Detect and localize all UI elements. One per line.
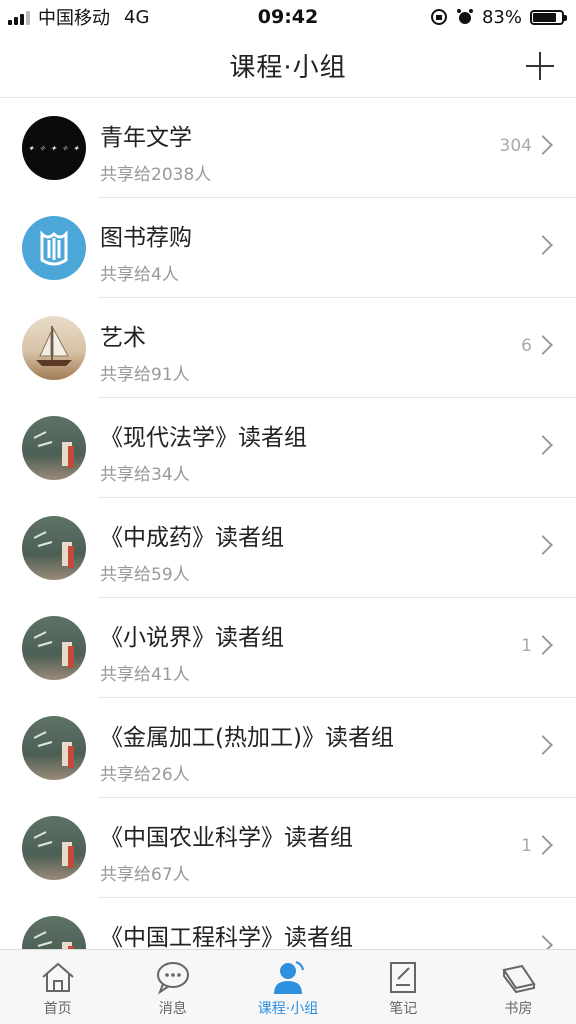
unread-count: 6: [521, 336, 532, 356]
add-group-button[interactable]: [522, 48, 558, 84]
group-avatar: [22, 916, 86, 949]
nav-bar: 课程·小组: [0, 34, 576, 98]
group-row-xiandai-faxue[interactable]: 《现代法学》读者组 共享给34人: [0, 398, 576, 498]
unread-count: 1: [521, 636, 532, 656]
status-left: 中国移动 4G: [0, 4, 149, 30]
network-label: 4G: [124, 6, 150, 28]
chevron-right-icon: [533, 835, 553, 855]
group-shared-count: 共享给34人: [100, 465, 190, 485]
group-avatar: [22, 716, 86, 780]
group-shared-count: 共享给26人: [100, 765, 190, 785]
group-shared-count: 共享给2038人: [100, 165, 212, 185]
group-avatar: [22, 216, 86, 280]
unread-count: 1: [521, 836, 532, 856]
group-title: 青年文学: [100, 125, 192, 151]
status-right: 83%: [430, 7, 576, 28]
tab-bar: 首页 消息 课程·小组 笔记 书房: [0, 949, 576, 1024]
group-row-zhongchengyao[interactable]: 《中成药》读者组 共享给59人: [0, 498, 576, 598]
avatar-logo-text: ✦ ✧ ✦ ✧ ✦: [27, 143, 81, 153]
signal-icon: [8, 9, 30, 25]
group-shared-count: 共享给4人: [100, 265, 179, 285]
alarm-icon: [456, 9, 473, 24]
group-row-yishu[interactable]: 艺术 共享给91人 6: [0, 298, 576, 398]
group-row-zhongguo-nongye-kexue[interactable]: 《中国农业科学》读者组 共享给67人 1: [0, 798, 576, 898]
group-avatar: [22, 816, 86, 880]
chevron-right-icon: [533, 135, 553, 155]
group-avatar: [22, 416, 86, 480]
page-title: 课程·小组: [229, 53, 347, 83]
group-title: 《中成药》读者组: [100, 525, 284, 551]
book-crest-icon: [40, 230, 68, 266]
blackboard-icon: [33, 431, 74, 468]
phone-screen: 中国移动 4G 09:42 83% 课程·小组 ✦ ✧ ✦ ✧ ✦ 青年文学 共…: [0, 0, 576, 1024]
group-row-jinshu-jiagong[interactable]: 《金属加工(热加工)》读者组 共享给26人: [0, 698, 576, 798]
group-title: 《中国工程科学》读者组: [100, 925, 353, 949]
sailboat-icon: [36, 326, 72, 366]
tab-home[interactable]: 首页: [0, 950, 115, 1024]
chevron-right-icon: [533, 635, 553, 655]
group-row-xiaoshuojie[interactable]: 《小说界》读者组 共享给41人 1: [0, 598, 576, 698]
tab-label: 课程·小组: [257, 1001, 319, 1017]
group-avatar: [22, 616, 86, 680]
chevron-right-icon: [533, 235, 553, 255]
tab-label: 首页: [43, 1001, 72, 1017]
group-shared-count: 共享给91人: [100, 365, 190, 385]
chat-bubble-icon: [156, 962, 189, 995]
chevron-right-icon: [533, 535, 553, 555]
book-icon: [502, 964, 537, 994]
tab-notes[interactable]: 笔记: [346, 950, 461, 1024]
tab-label: 消息: [158, 1001, 187, 1017]
orientation-lock-icon: [430, 9, 447, 25]
person-icon: [274, 961, 304, 994]
tab-label: 书房: [504, 1001, 533, 1017]
chevron-right-icon: [533, 435, 553, 455]
battery-level: [533, 12, 556, 22]
tab-label: 笔记: [389, 1001, 418, 1017]
group-row-qingnian-wenxue[interactable]: ✦ ✧ ✦ ✧ ✦ 青年文学 共享给2038人 304: [0, 98, 576, 198]
group-avatar: [22, 316, 86, 380]
tab-bookshelf[interactable]: 书房: [461, 950, 576, 1024]
group-title: 图书荐购: [100, 225, 192, 251]
note-icon: [390, 962, 417, 993]
group-title: 《中国农业科学》读者组: [100, 825, 353, 851]
chevron-right-icon: [533, 935, 553, 949]
carrier-label: 中国移动: [38, 8, 110, 29]
group-title: 艺术: [100, 325, 146, 351]
blackboard-icon: [33, 831, 74, 868]
group-shared-count: 共享给67人: [100, 865, 190, 885]
blackboard-icon: [33, 731, 74, 768]
chevron-right-icon: [533, 735, 553, 755]
chevron-right-icon: [533, 335, 553, 355]
blackboard-icon: [33, 931, 74, 949]
group-shared-count: 共享给41人: [100, 665, 190, 685]
group-title: 《金属加工(热加工)》读者组: [100, 725, 394, 751]
group-shared-count: 共享给59人: [100, 565, 190, 585]
group-title: 《现代法学》读者组: [100, 425, 307, 451]
group-title: 《小说界》读者组: [100, 625, 284, 651]
tab-courses-groups[interactable]: 课程·小组: [230, 950, 345, 1024]
group-avatar: ✦ ✧ ✦ ✧ ✦: [22, 116, 86, 180]
unread-count: 304: [499, 136, 532, 156]
group-row-zhongguo-gongcheng-kexue[interactable]: 《中国工程科学》读者组: [0, 898, 576, 949]
tab-messages[interactable]: 消息: [115, 950, 230, 1024]
blackboard-icon: [33, 631, 74, 668]
status-bar: 中国移动 4G 09:42 83%: [0, 0, 576, 34]
blackboard-icon: [33, 531, 74, 568]
group-avatar: [22, 516, 86, 580]
group-row-tushu-jiangou[interactable]: 图书荐购 共享给4人: [0, 198, 576, 298]
home-icon: [41, 962, 74, 992]
battery-percent: 83%: [481, 6, 522, 28]
group-list: ✦ ✧ ✦ ✧ ✦ 青年文学 共享给2038人 304 图书荐购 共享给4人 艺…: [0, 98, 576, 949]
battery-icon: [530, 9, 567, 25]
